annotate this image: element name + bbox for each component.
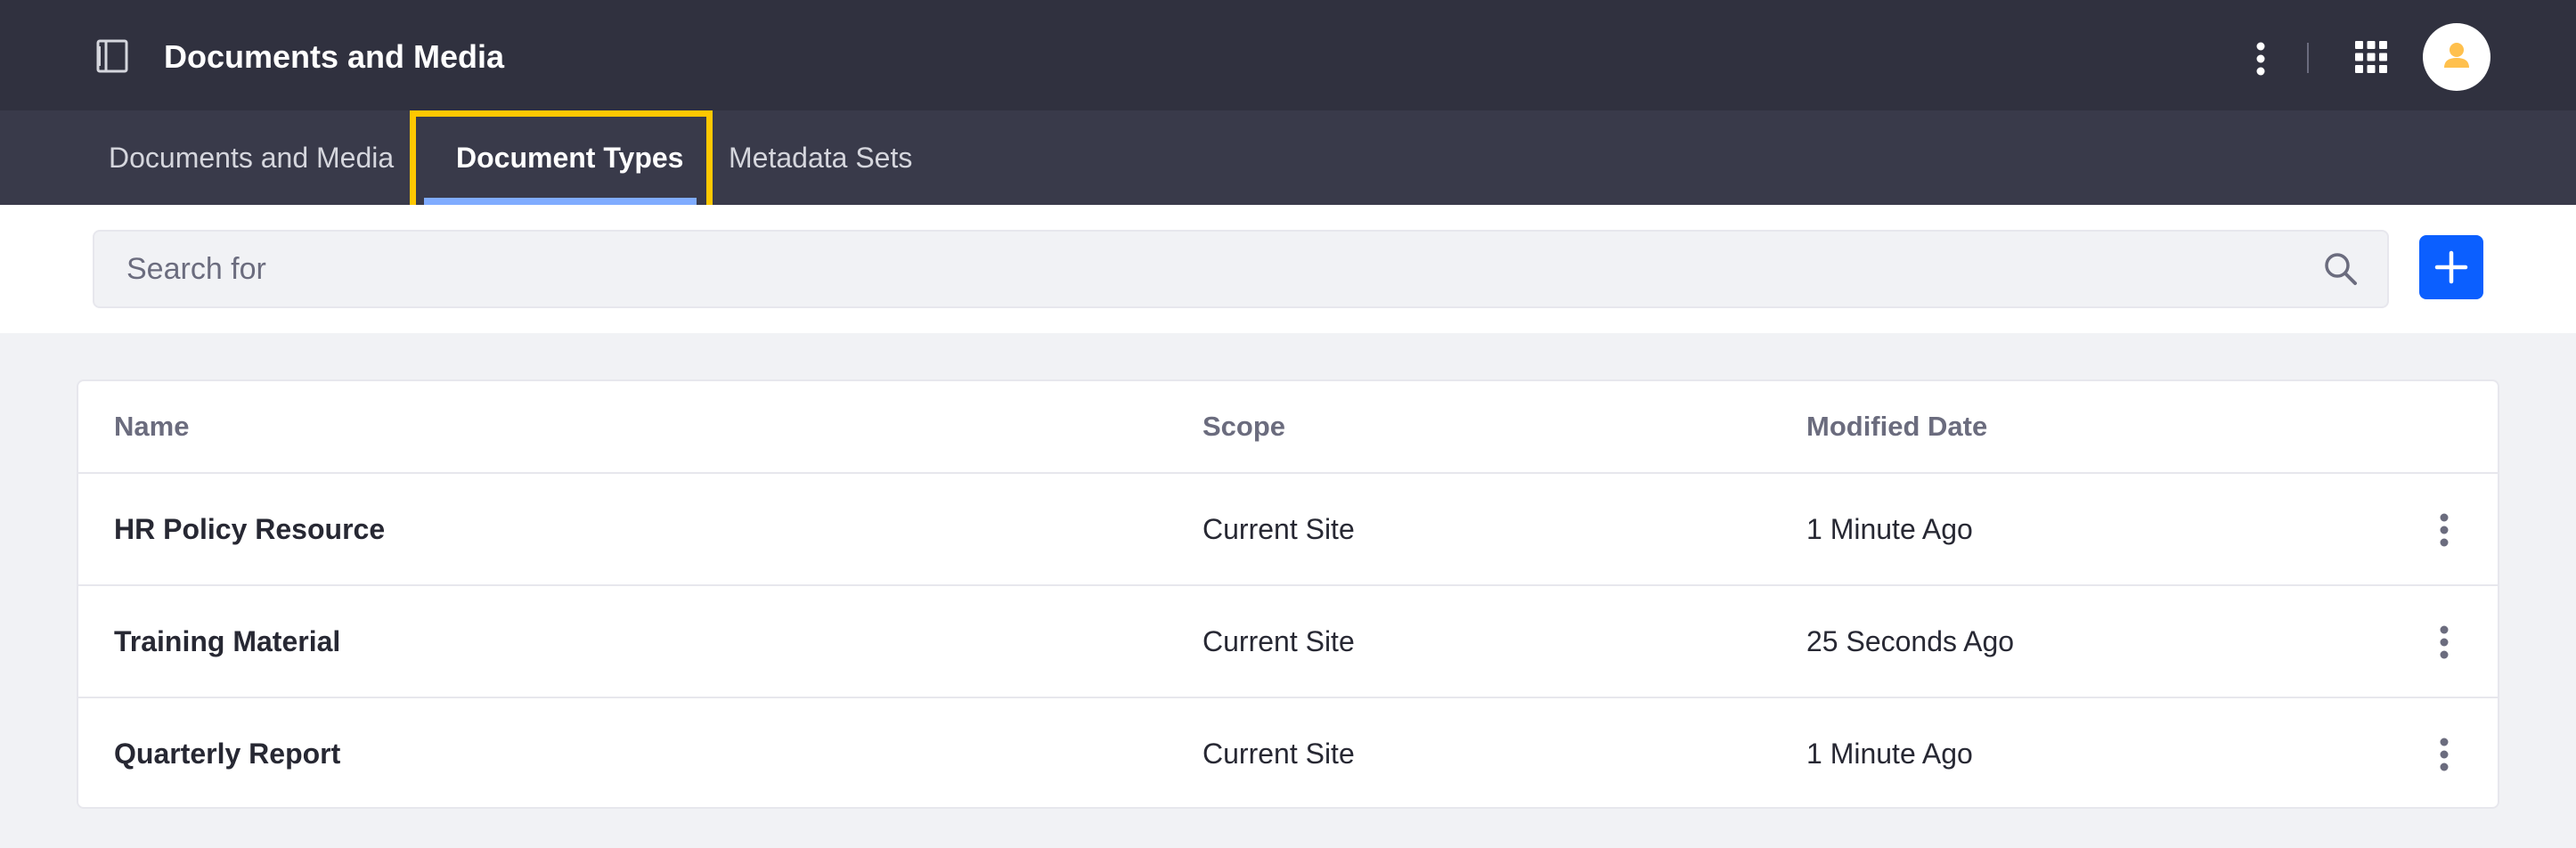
- row-actions-icon[interactable]: [2430, 508, 2458, 552]
- page-title: Documents and Media: [164, 38, 505, 75]
- tab-metadata-sets[interactable]: Metadata Sets: [729, 110, 912, 205]
- search-input[interactable]: [94, 232, 2286, 306]
- row-actions-icon[interactable]: [2430, 620, 2458, 665]
- document-type-scope: Current Site: [1202, 512, 1355, 545]
- tab-documents-and-media[interactable]: Documents and Media: [109, 110, 394, 205]
- document-type-name[interactable]: Quarterly Report: [114, 738, 340, 771]
- document-type-modified: 1 Minute Ago: [1806, 512, 1973, 545]
- vertical-ellipsis-icon[interactable]: [2246, 34, 2275, 84]
- column-header-name[interactable]: Name: [114, 381, 189, 472]
- apps-grid-icon[interactable]: [2353, 39, 2389, 75]
- user-avatar[interactable]: [2423, 23, 2490, 91]
- search-bar: [93, 230, 2389, 308]
- document-type-modified: 1 Minute Ago: [1806, 737, 1973, 770]
- document-type-name[interactable]: HR Policy Resource: [114, 513, 385, 546]
- document-type-scope: Current Site: [1202, 624, 1355, 657]
- management-toolbar: [0, 205, 2576, 333]
- table-header-row: Name Scope Modified Date: [78, 381, 2498, 472]
- document-types-table: Name Scope Modified Date HR Policy Resou…: [77, 379, 2499, 809]
- header-divider: [2307, 43, 2309, 73]
- plus-icon: [2434, 250, 2468, 284]
- product-menu-icon[interactable]: [94, 39, 139, 75]
- navigation-bar: Documents and Media Document Types Metad…: [0, 110, 2576, 205]
- search-icon[interactable]: [2321, 249, 2360, 289]
- active-tab-indicator: [424, 198, 697, 205]
- add-button[interactable]: [2419, 235, 2483, 299]
- tab-document-types[interactable]: Document Types: [456, 110, 683, 205]
- document-type-name[interactable]: Training Material: [114, 625, 340, 658]
- document-type-scope: Current Site: [1202, 737, 1355, 770]
- app-header: Documents and Media: [0, 0, 2576, 110]
- column-header-scope[interactable]: Scope: [1202, 381, 1285, 472]
- table-row: Training Material Current Site 25 Second…: [78, 584, 2498, 697]
- table-row: HR Policy Resource Current Site 1 Minute…: [78, 472, 2498, 584]
- document-type-modified: 25 Seconds Ago: [1806, 624, 2015, 657]
- row-actions-icon[interactable]: [2430, 732, 2458, 777]
- user-avatar-icon: [2444, 43, 2469, 68]
- column-header-modified-date[interactable]: Modified Date: [1806, 381, 1987, 472]
- table-row: Quarterly Report Current Site 1 Minute A…: [78, 697, 2498, 807]
